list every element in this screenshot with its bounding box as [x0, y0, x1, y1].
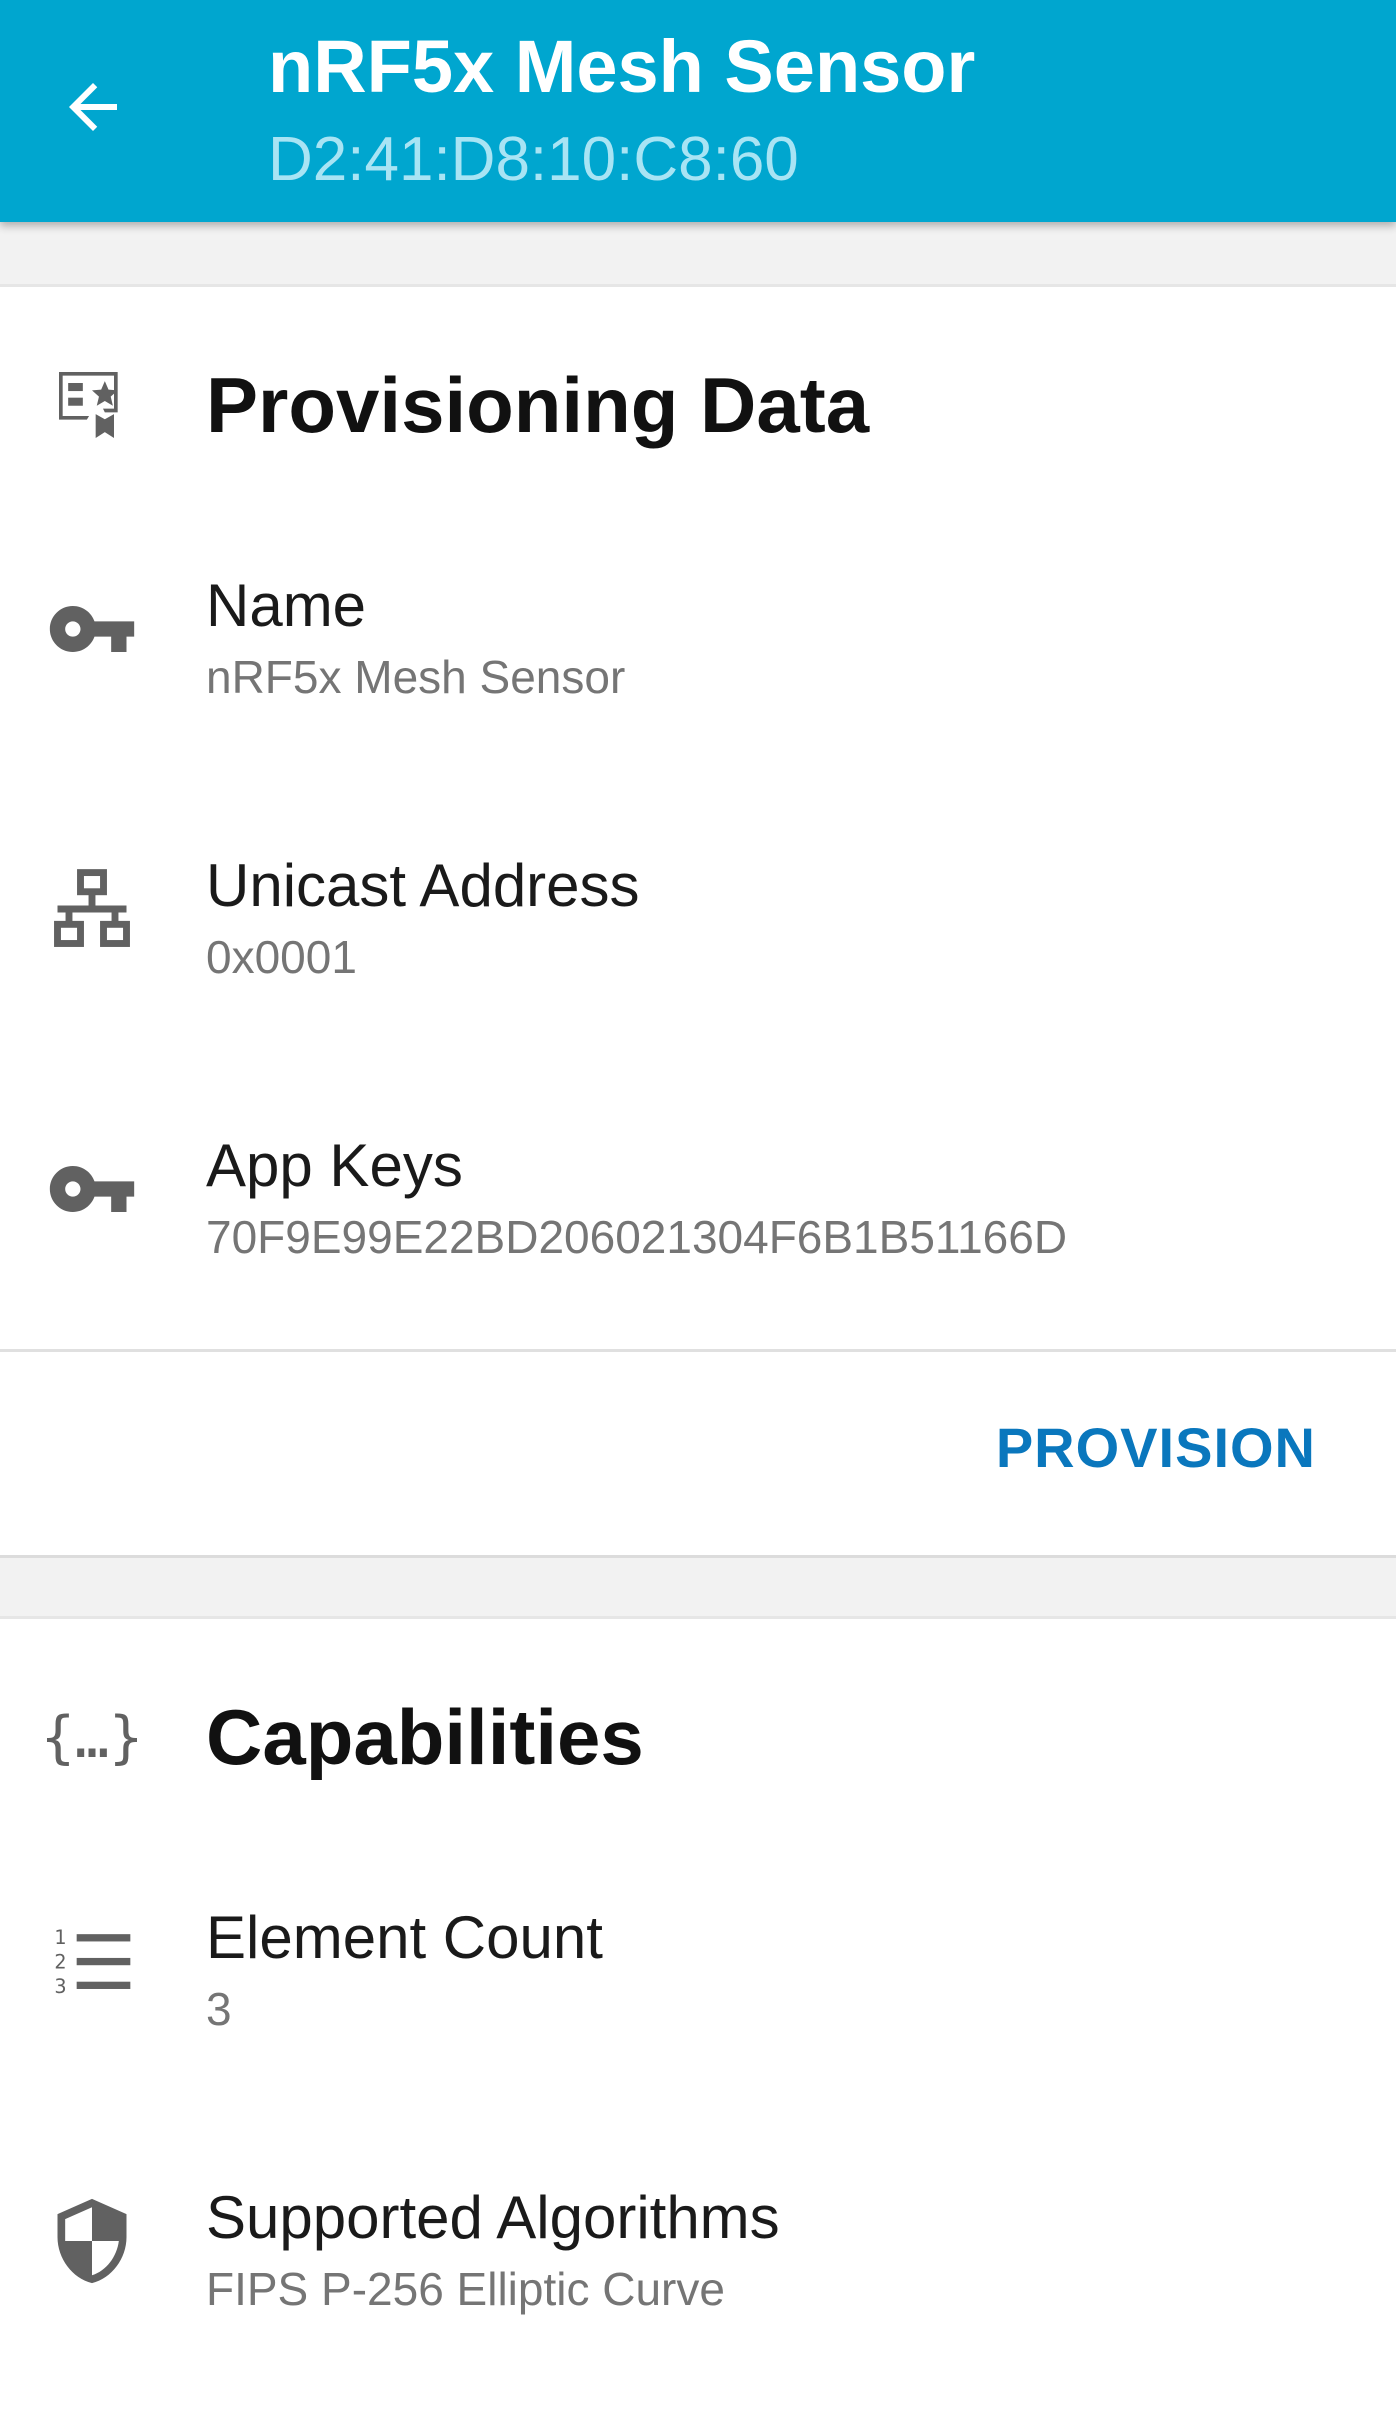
capabilities-section-header: {…} Capabilities [0, 1639, 1396, 1839]
section-title: Capabilities [206, 1693, 644, 1781]
key-icon [42, 1139, 142, 1239]
row-value: 70F9E99E22BD206021304F6B1B51166D [206, 1211, 1068, 1263]
provisioning-section-header: Provisioning Data [0, 307, 1396, 507]
row-app-keys: App Keys 70F9E99E22BD206021304F6B1B51166… [0, 1077, 1396, 1297]
row-label: Unicast Address [206, 852, 640, 919]
card-divider [0, 1349, 1396, 1352]
row-value: 0x0001 [206, 931, 357, 983]
row-value: nRF5x Mesh Sensor [206, 651, 626, 703]
arrow-back-icon [57, 71, 129, 143]
numbered-list-icon: 1 2 3 [42, 1911, 142, 2011]
page-title: nRF5x Mesh Sensor [268, 25, 976, 108]
app-screen: nRF5x Mesh Sensor D2:41:D8:10:C8:60 Prov… [0, 0, 1396, 2432]
svg-text:2: 2 [54, 1951, 66, 1974]
row-value: 3 [206, 1983, 232, 2035]
row-supported-algorithms: Supported Algorithms FIPS P-256 Elliptic… [0, 2129, 1396, 2349]
key-icon [42, 579, 142, 679]
svg-text:3: 3 [54, 1975, 66, 1998]
back-button[interactable] [48, 62, 138, 152]
row-value: FIPS P-256 Elliptic Curve [206, 2263, 725, 2315]
shield-icon [42, 2191, 142, 2291]
row-label: App Keys [206, 1132, 463, 1199]
network-icon [42, 859, 142, 959]
row-element-count: 1 2 3 Element Count 3 [0, 1849, 1396, 2069]
svg-text:1: 1 [54, 1926, 66, 1949]
row-label: Element Count [206, 1904, 603, 1971]
provision-button[interactable]: PROVISION [976, 1393, 1336, 1503]
app-bar: nRF5x Mesh Sensor D2:41:D8:10:C8:60 [0, 0, 1396, 222]
svg-text:{…}: {…} [42, 1705, 142, 1771]
curly-braces-icon: {…} [42, 1687, 142, 1787]
row-label: Supported Algorithms [206, 2184, 780, 2251]
capabilities-card: {…} Capabilities 1 2 3 Element Count 3 S… [0, 1616, 1396, 2432]
row-name: Name nRF5x Mesh Sensor [0, 517, 1396, 737]
provisioning-data-icon [42, 355, 142, 455]
row-label: Name [206, 572, 367, 639]
provisioning-data-card: Provisioning Data Name nRF5x Mesh Sensor [0, 284, 1396, 1558]
row-unicast-address: Unicast Address 0x0001 [0, 797, 1396, 1017]
device-address: D2:41:D8:10:C8:60 [268, 125, 799, 194]
section-title: Provisioning Data [206, 361, 870, 449]
